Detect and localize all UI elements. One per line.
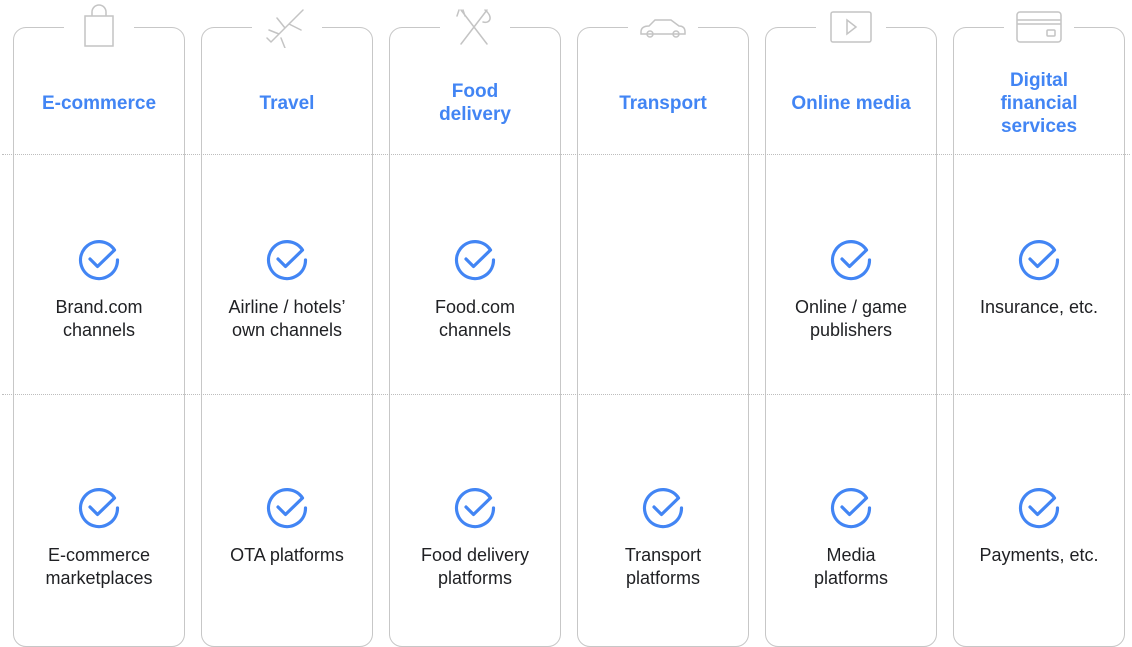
category-title-text: E-commerce — [41, 92, 157, 114]
platform-cell: Media platforms — [765, 485, 937, 590]
category-title: Online media — [765, 64, 937, 142]
category-title: Food delivery — [389, 64, 561, 142]
platform-cell: Food delivery platforms — [389, 485, 561, 590]
cell-label: OTA platforms — [230, 545, 344, 565]
category-title: Transport — [577, 64, 749, 142]
category-title-text: Travel — [259, 92, 315, 114]
own-channel-cell: Online / game publishers — [765, 237, 937, 342]
cell-label: E-commerce marketplaces — [45, 545, 153, 588]
check-circle-icon — [76, 237, 122, 283]
own-channel-cell: Food.com channels — [389, 237, 561, 342]
check-circle-icon — [452, 237, 498, 283]
check-circle-icon — [640, 485, 686, 531]
category-title-text: Transport — [619, 92, 707, 114]
category-title-text: Online media — [791, 92, 911, 114]
cell-label: Brand.com channels — [55, 297, 143, 340]
divider-rows — [2, 394, 1130, 395]
check-circle-icon — [76, 485, 122, 531]
check-circle-icon — [1016, 485, 1062, 531]
category-title: E-commerce — [13, 64, 185, 142]
category-title-text: Digital financial services — [1000, 69, 1078, 137]
category-title: Digital financial services — [953, 64, 1125, 142]
category-title: Travel — [201, 64, 373, 142]
cell-label: Airline / hotels’ own channels — [228, 297, 346, 340]
credit-card-icon — [1004, 2, 1074, 50]
platform-cell: E-commerce marketplaces — [13, 485, 185, 590]
platform-cell: Payments, etc. — [953, 485, 1125, 567]
fork-knife-icon — [440, 2, 510, 50]
check-circle-icon — [828, 485, 874, 531]
check-circle-icon — [452, 485, 498, 531]
own-channel-cell: Insurance, etc. — [953, 237, 1125, 319]
check-circle-icon — [264, 237, 310, 283]
car-icon — [628, 2, 698, 50]
check-circle-icon — [1016, 237, 1062, 283]
cell-label: Media platforms — [813, 545, 889, 588]
cell-label: Transport platforms — [624, 545, 702, 588]
own-channel-cell: Brand.com channels — [13, 237, 185, 342]
platform-cell: Transport platforms — [577, 485, 749, 590]
shopping-bag-icon — [64, 2, 134, 50]
platform-cell: OTA platforms — [201, 485, 373, 567]
cell-label: Payments, etc. — [979, 545, 1099, 565]
check-circle-icon — [264, 485, 310, 531]
check-circle-icon — [828, 237, 874, 283]
airplane-icon — [252, 2, 322, 50]
category-title-text: Food delivery — [439, 81, 511, 125]
video-play-icon — [816, 2, 886, 50]
cell-label: Online / game publishers — [794, 297, 908, 340]
divider-header — [2, 154, 1130, 155]
cell-label: Insurance, etc. — [979, 297, 1099, 317]
cell-label: Food delivery platforms — [420, 545, 530, 588]
comparison-matrix: E-commerce Brand.com channels E-commerce m… — [0, 0, 1132, 647]
cell-label: Food.com channels — [434, 297, 516, 340]
own-channel-cell: Airline / hotels’ own channels — [201, 237, 373, 342]
